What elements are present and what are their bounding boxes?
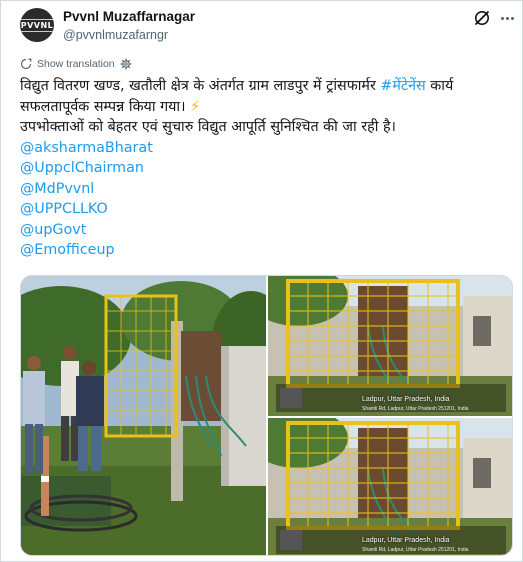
tweet-line-1-prefix: विद्युत वितरण खण्ड, खतौली क्षेत्र के अंत… bbox=[20, 78, 381, 94]
geo-tag-bottom: Ladpur, Uttar Pradesh, India bbox=[362, 537, 450, 544]
grok-icon[interactable] bbox=[473, 9, 491, 27]
photo-transformer-fence-bottom[interactable]: Ladpur, Uttar Pradesh, India Shamli Rd, … bbox=[268, 418, 512, 555]
tweet-line-3: उपभोक्ताओं को बेहतर एवं सुचारु विद्युत आ… bbox=[20, 119, 396, 135]
tweet-text: विद्युत वितरण खण्ड, खतौली क्षेत्र के अंत… bbox=[20, 76, 510, 261]
tweet-card: PVVNL Pvvnl Muzaffarnagar @pvvnlmuzafarn… bbox=[0, 0, 523, 562]
mention-link[interactable]: @aksharmaBharat bbox=[20, 138, 510, 159]
tweet-line-1: विद्युत वितरण खण्ड, खतौली क्षेत्र के अंत… bbox=[20, 76, 510, 97]
photo-transformer-site[interactable] bbox=[21, 276, 266, 555]
tweet-line-2-text: सफलतापूर्वक सम्पन्न किया गया। bbox=[20, 98, 191, 115]
media-grid: Ladpur, Uttar Pradesh, India Shamli Rd, … bbox=[20, 275, 513, 556]
mention-link[interactable]: @UPPCLLKO bbox=[20, 199, 510, 220]
gear-icon[interactable] bbox=[120, 58, 132, 70]
geo-tag-top-address: Shamli Rd, Ladpur, Uttar Pradesh 251201,… bbox=[362, 406, 469, 412]
show-translation[interactable]: Show translation bbox=[20, 58, 132, 70]
lightning-icon: ⚡ bbox=[190, 98, 201, 115]
more-icon[interactable] bbox=[497, 8, 517, 28]
tweet-line-1-suffix: कार्य bbox=[425, 78, 454, 94]
mention-link[interactable]: @Emofficeup bbox=[20, 240, 510, 261]
geo-tag-bottom-address: Shamli Rd, Ladpur, Uttar Pradesh 251201,… bbox=[362, 547, 469, 553]
author-display-name[interactable]: Pvvnl Muzaffarnagar bbox=[63, 9, 195, 24]
photo-transformer-fence-top[interactable]: Ladpur, Uttar Pradesh, India Shamli Rd, … bbox=[268, 276, 512, 416]
mention-link[interactable]: @UppclChairman bbox=[20, 158, 510, 179]
show-translation-label[interactable]: Show translation bbox=[37, 58, 115, 70]
avatar[interactable]: PVVNL bbox=[20, 8, 54, 42]
mention-link[interactable]: @MdPvvnl bbox=[20, 179, 510, 200]
tweet-line-2: सफलतापूर्वक सम्पन्न किया गया। ⚡ bbox=[20, 97, 510, 118]
geo-tag-top: Ladpur, Uttar Pradesh, India bbox=[362, 396, 450, 403]
author-handle[interactable]: @pvvnlmuzafarngr bbox=[63, 28, 168, 42]
hashtag-link[interactable]: #मेंटेनेंस bbox=[380, 78, 425, 94]
mention-link[interactable]: @upGovt bbox=[20, 220, 510, 241]
avatar-logo-text: PVVNL bbox=[20, 18, 54, 32]
translate-icon bbox=[20, 58, 32, 70]
